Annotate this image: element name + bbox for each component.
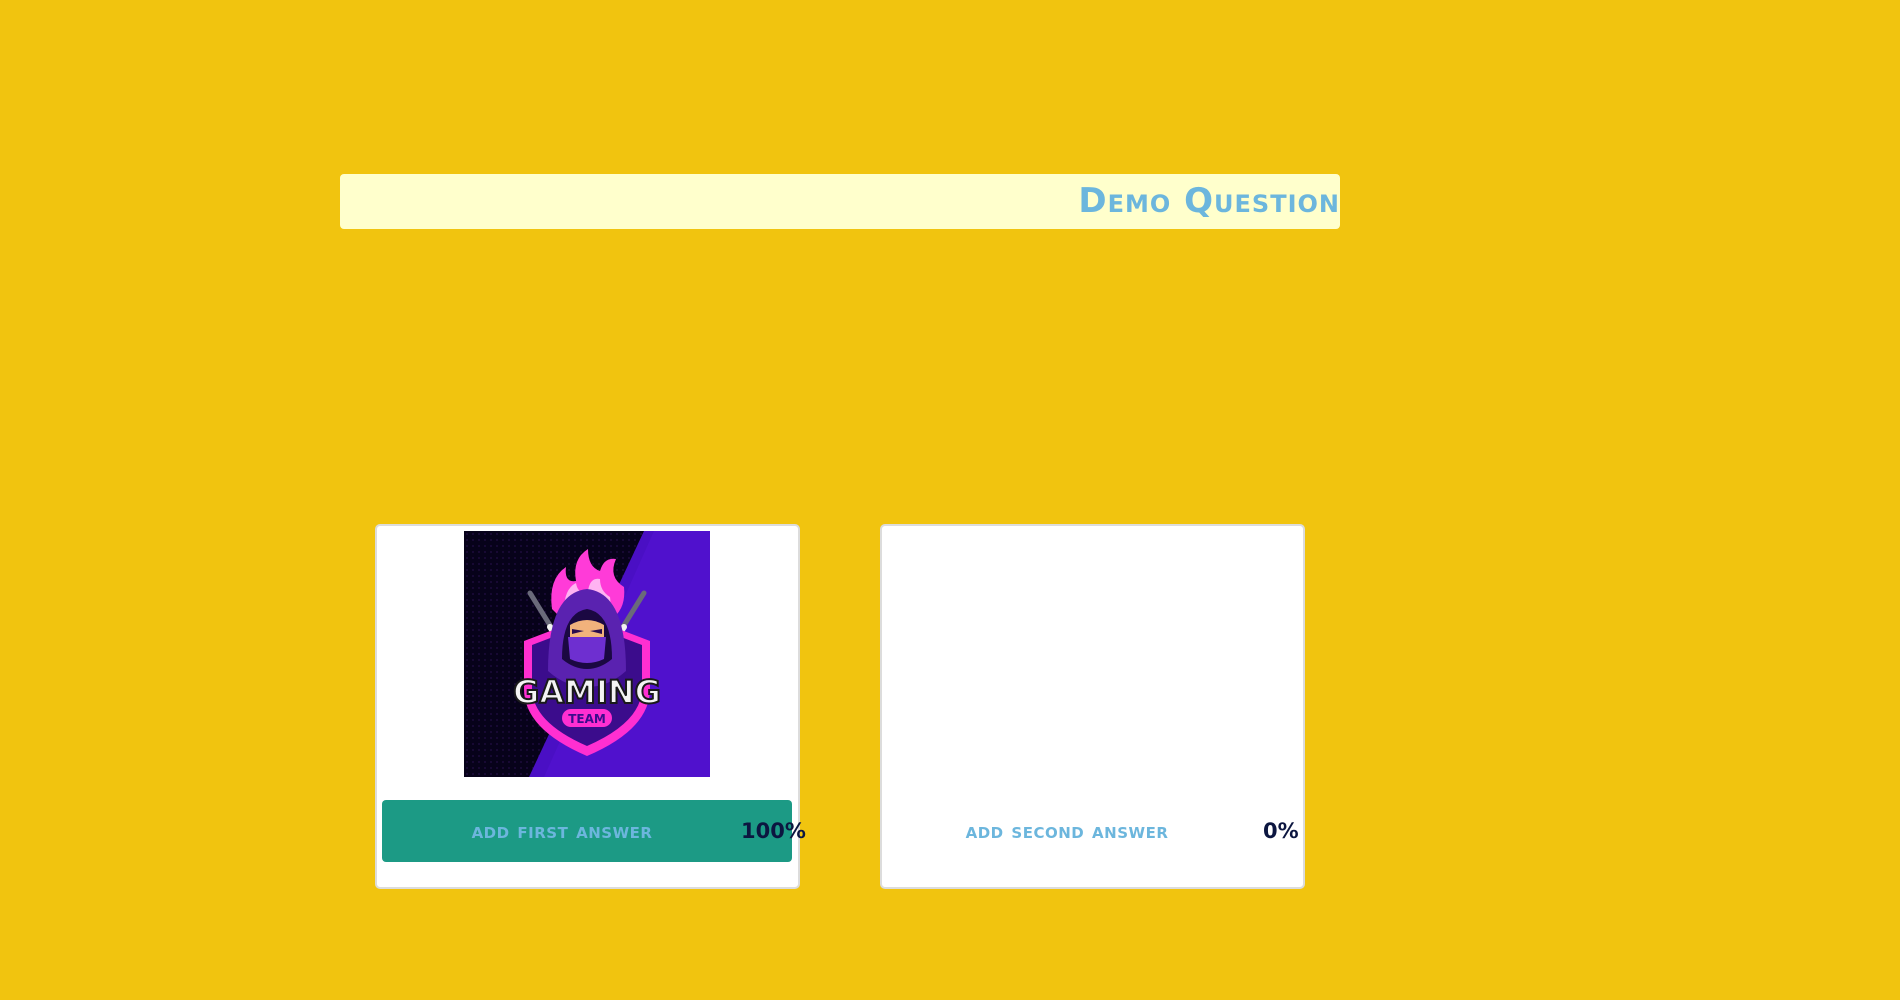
logo-subtext: TEAM bbox=[568, 712, 606, 726]
answer-percent: 0% bbox=[1263, 819, 1299, 843]
logo-text: GAMING bbox=[513, 673, 661, 711]
answer-label[interactable]: add second answer bbox=[887, 800, 1247, 862]
answer-bar-first[interactable]: add first answer 100% bbox=[382, 800, 806, 862]
gaming-team-logo-icon: GAMING TEAM bbox=[464, 531, 710, 777]
answer-image[interactable]: GAMING TEAM bbox=[464, 531, 710, 777]
answer-percent: 100% bbox=[741, 819, 806, 843]
question-bar: Demo Question bbox=[340, 174, 1340, 229]
answer-card-second[interactable]: add second answer 0% bbox=[880, 524, 1305, 889]
answer-card-first[interactable]: GAMING TEAM add first answer 100% bbox=[375, 524, 806, 889]
question-title: Demo Question bbox=[1078, 181, 1340, 221]
answer-label[interactable]: add first answer bbox=[382, 800, 742, 862]
answer-bar-second[interactable]: add second answer 0% bbox=[887, 800, 1299, 862]
